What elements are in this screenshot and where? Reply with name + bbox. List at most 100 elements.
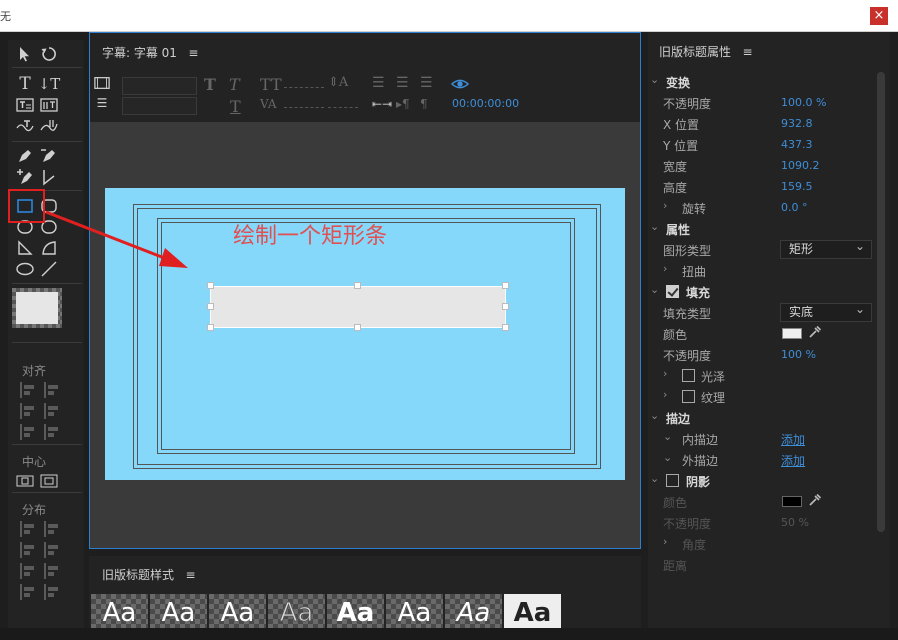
vertical-area-type-tool-icon[interactable] (38, 95, 60, 115)
font-family-select[interactable] (122, 77, 197, 95)
height-value[interactable]: 159.5 (781, 180, 813, 193)
italic-icon[interactable]: T (229, 75, 240, 94)
title-safe-inner (161, 222, 571, 450)
handle-top-left[interactable] (207, 282, 214, 289)
leading-field[interactable] (328, 107, 358, 108)
fill-opacity-value[interactable]: 100 % (781, 348, 816, 361)
properties-scrollbar[interactable] (877, 72, 885, 532)
style-swatch[interactable]: Aa (327, 594, 384, 632)
shadow-angle-row[interactable]: › 角度 (648, 533, 878, 554)
properties-panel-tab[interactable]: 旧版标题属性 ≡ (659, 43, 753, 60)
bold-icon[interactable]: T (204, 75, 216, 94)
add-anchor-tool-icon[interactable] (14, 167, 36, 187)
distribute-bottom-icon (44, 563, 62, 579)
kerning-icon[interactable]: VA (260, 97, 277, 111)
wedge-tool-icon[interactable] (14, 238, 36, 258)
shadow-section[interactable]: ⌄ 阴影 (648, 470, 878, 491)
style-swatch[interactable]: Aa (386, 594, 443, 632)
font-size-icon[interactable]: TT (260, 75, 282, 94)
tab-ruler-icon[interactable]: ⇤⇥ (372, 97, 392, 111)
shadow-eyedropper-icon[interactable] (808, 493, 822, 507)
rotation-tool-icon[interactable] (38, 44, 60, 64)
fill-checkbox[interactable] (666, 285, 679, 298)
ellipse-tool-icon[interactable] (14, 259, 36, 279)
graphic-type-select[interactable]: 矩形 (780, 238, 872, 259)
align-right-text-icon[interactable]: ☰ (420, 75, 433, 91)
selection-tool-icon[interactable] (14, 44, 36, 64)
handle-middle-right[interactable] (502, 303, 509, 310)
show-background-icon[interactable]: ▸¶ (396, 97, 410, 111)
vertical-path-type-tool-icon[interactable] (38, 117, 60, 137)
title-canvas[interactable]: 绘制一个矩形条 (105, 188, 625, 480)
path-type-tool-icon[interactable] (14, 117, 36, 137)
rotation-row[interactable]: › 旋转 0.0 ° (648, 197, 878, 218)
delete-anchor-tool-icon[interactable] (38, 146, 60, 166)
film-icon[interactable] (94, 75, 110, 91)
underline-icon[interactable]: T (230, 97, 241, 116)
align-center-text-icon[interactable]: ☰ (396, 75, 409, 91)
handle-bottom-center[interactable] (354, 324, 361, 331)
sheen-row[interactable]: › 光泽 (648, 365, 878, 386)
bottom-strip (0, 628, 898, 640)
convert-anchor-tool-icon[interactable] (38, 167, 60, 187)
transform-section[interactable]: ⌄ 变换 (648, 71, 878, 92)
type-tool-icon[interactable]: T (14, 74, 36, 94)
pen-tool-icon[interactable] (14, 146, 36, 166)
texture-row[interactable]: › 纹理 (648, 386, 878, 407)
width-value[interactable]: 1090.2 (781, 159, 820, 172)
timecode[interactable]: 00:00:00:00 (452, 97, 519, 110)
center-panel-tab[interactable]: 字幕: 字幕 01 ≡ (102, 44, 198, 61)
style-swatch[interactable]: Aa (150, 594, 207, 632)
styles-panel-tab[interactable]: 旧版标题样式 ≡ (102, 566, 196, 583)
transform-opacity-value[interactable]: 100.0 % (781, 96, 826, 109)
area-type-tool-icon[interactable] (14, 95, 36, 115)
fill-type-select[interactable]: 实底 (780, 301, 872, 322)
center-horizontal-icon[interactable] (14, 471, 36, 491)
rotation-value[interactable]: 0.0 ° (781, 201, 808, 214)
strokes-section[interactable]: ⌄ 描边 (648, 407, 878, 428)
handle-top-center[interactable] (354, 282, 361, 289)
tools-panel: T ↓T 对齐 中心 分布 (8, 40, 84, 640)
align-left-text-icon[interactable]: ☰ (372, 75, 385, 91)
distribute-vertical-icon (44, 584, 62, 600)
x-position-value[interactable]: 932.8 (781, 117, 813, 130)
close-button[interactable]: × (870, 7, 888, 25)
handle-bottom-right[interactable] (502, 324, 509, 331)
font-size-field[interactable] (284, 87, 324, 88)
width-row: 宽度 1090.2 (663, 159, 820, 174)
paragraph-icon[interactable]: ¶ (420, 97, 428, 111)
distort-row[interactable]: › 扭曲 (648, 260, 878, 281)
texture-checkbox[interactable] (682, 390, 695, 403)
inner-stroke-row: ⌄ 内描边 添加 (663, 430, 806, 448)
inner-stroke-add-link[interactable]: 添加 (781, 431, 805, 448)
attributes-section[interactable]: ⌄ 属性 (648, 218, 878, 239)
style-swatch[interactable]: Aa (504, 594, 561, 632)
shadow-color-swatch[interactable] (782, 496, 802, 507)
eyedropper-icon[interactable] (808, 325, 822, 339)
shadow-checkbox[interactable] (666, 474, 679, 487)
handle-top-right[interactable] (502, 282, 509, 289)
center-vertical-icon[interactable] (38, 471, 60, 491)
tab-stops-icon[interactable]: ☰ (94, 95, 110, 111)
style-swatch[interactable]: Aa (445, 594, 502, 632)
shadow-opacity-value[interactable]: 50 % (781, 516, 809, 529)
outer-stroke-add-link[interactable]: 添加 (781, 452, 805, 469)
y-position-value[interactable]: 437.3 (781, 138, 813, 151)
sheen-checkbox[interactable] (682, 369, 695, 382)
kerning-field[interactable] (284, 107, 324, 108)
handle-middle-left[interactable] (207, 303, 214, 310)
arc-tool-icon[interactable] (38, 238, 60, 258)
x-position-row: X 位置 932.8 (663, 117, 813, 132)
line-tool-icon[interactable] (38, 259, 60, 279)
font-style-select[interactable] (122, 97, 197, 115)
fill-section[interactable]: ⌄ 填充 (648, 281, 878, 302)
handle-bottom-left[interactable] (207, 324, 214, 331)
eye-icon[interactable] (450, 75, 470, 93)
fill-color-swatch[interactable] (782, 328, 802, 339)
style-swatch[interactable]: Aa (91, 594, 148, 632)
style-swatch[interactable]: Aa (268, 594, 325, 632)
drawn-rectangle[interactable] (210, 286, 506, 328)
leading-icon[interactable]: ⇕A (328, 75, 348, 90)
vertical-type-tool-icon[interactable]: ↓T (38, 74, 61, 94)
style-swatch[interactable]: Aa (209, 594, 266, 632)
